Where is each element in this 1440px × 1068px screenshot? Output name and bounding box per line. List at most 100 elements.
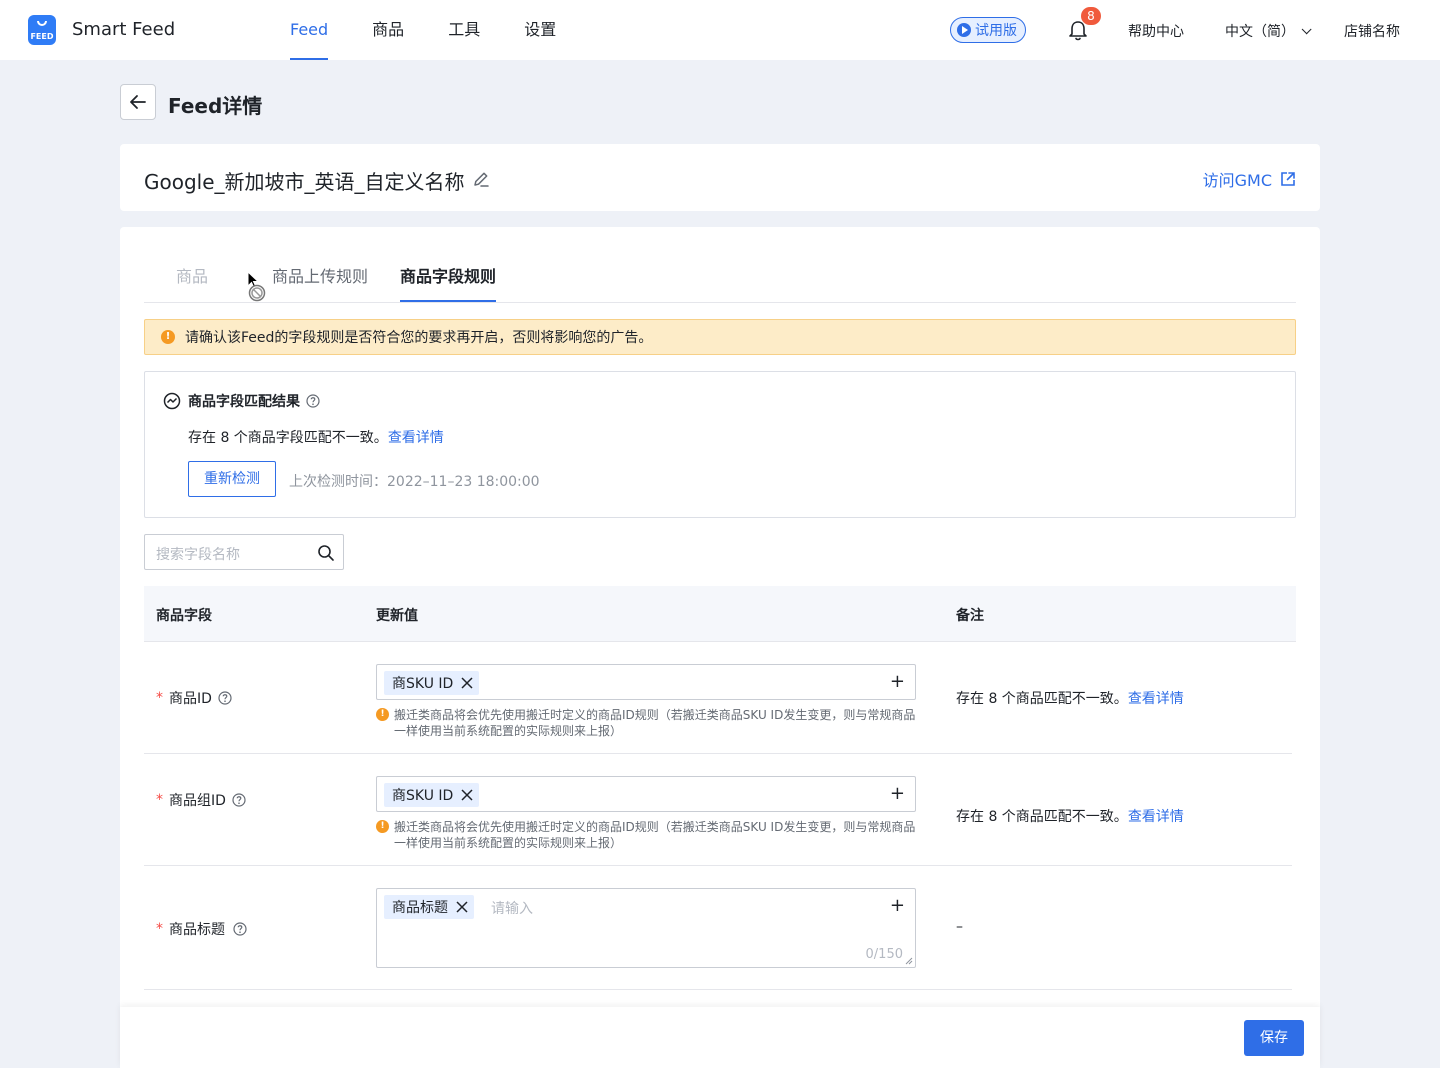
hint-text: 搬迁类商品将会优先使用搬迁时定义的商品ID规则（若搬迁类商品SKU ID发生变更… (394, 708, 916, 738)
feed-name-card: Google_新加坡市_英语_自定义名称 访问GMC (120, 144, 1320, 211)
tag-label: 商SKU ID (392, 788, 454, 804)
close-icon[interactable] (461, 789, 473, 801)
warning-icon: ! (376, 708, 389, 721)
value-tag-input[interactable]: 商SKU ID + (376, 664, 916, 700)
hint-text: 搬迁类商品将会优先使用搬迁时定义的商品ID规则（若搬迁类商品SKU ID发生变更… (394, 820, 916, 850)
recheck-button[interactable]: 重新检测 (188, 461, 276, 497)
tabs: 商品 商品上传规则 商品字段规则 (144, 227, 1296, 303)
required-mark: * (156, 792, 163, 808)
app-name: Smart Feed (72, 19, 176, 40)
warning-icon: ! (376, 820, 389, 833)
table-row: * 商品ID 商SKU ID + ! 搬迁类商品将会优先使用搬迁时定义的商品ID… (144, 642, 1292, 754)
main-nav: Feed 商品 工具 设置 (290, 0, 600, 60)
textarea-placeholder: 请输入 (491, 901, 533, 917)
edit-icon[interactable] (472, 170, 490, 188)
required-mark: * (156, 690, 163, 706)
tag-label: 商SKU ID (392, 676, 454, 692)
tag-label: 商品标题 (392, 900, 448, 916)
tab-upload-rules[interactable]: 商品上传规则 (272, 263, 368, 287)
nav-item-feed[interactable]: Feed (290, 0, 329, 60)
not-allowed-cursor-icon (247, 271, 266, 302)
field-label-product-group-id: * 商品组ID (156, 790, 246, 810)
tab-products[interactable]: 商品 (176, 263, 208, 287)
match-desc-text: 存在 8 个商品字段匹配不一致。 (188, 430, 388, 446)
arrow-left-icon (130, 95, 146, 109)
feed-logo-icon[interactable]: FEED (28, 15, 56, 45)
column-header-field: 商品字段 (156, 608, 212, 624)
field-search-input[interactable]: 搜索字段名称 (144, 534, 344, 570)
view-details-link[interactable]: 查看详情 (388, 430, 444, 446)
table-header: 商品字段 更新值 备注 (144, 586, 1296, 642)
table-row: * 商品标题 商品标题 请输入 + 0/150 – (144, 866, 1292, 990)
external-link-icon (1281, 172, 1295, 186)
view-details-link[interactable]: 查看详情 (1128, 809, 1184, 825)
nav-item-tools[interactable]: 工具 (448, 0, 480, 60)
field-name: 商品标题 (169, 922, 225, 938)
search-icon[interactable] (317, 544, 335, 562)
required-mark: * (156, 921, 163, 937)
field-note: 存在 8 个商品匹配不一致。查看详情 (956, 688, 1184, 708)
page-title: Feed详情 (168, 94, 263, 118)
back-button[interactable] (120, 84, 156, 120)
close-icon[interactable] (456, 901, 468, 913)
value-tag: 商SKU ID (384, 671, 480, 695)
nav-item-products[interactable]: 商品 (372, 0, 404, 60)
match-title: 商品字段匹配结果 (188, 394, 300, 410)
warning-icon: ! (161, 330, 175, 344)
value-tag: 商品标题 (384, 895, 474, 919)
field-name: 商品组ID (169, 793, 226, 809)
question-circle-icon[interactable] (218, 691, 232, 705)
trial-icon (957, 23, 971, 37)
trial-label: 试用版 (975, 23, 1017, 39)
field-note: 存在 8 个商品匹配不一致。查看详情 (956, 806, 1184, 826)
match-description: 存在 8 个商品字段匹配不一致。查看详情 (188, 427, 444, 447)
field-name: 商品ID (169, 691, 212, 707)
field-match-result-panel: 商品字段匹配结果 存在 8 个商品字段匹配不一致。查看详情 重新检测 上次检测时… (144, 371, 1296, 518)
nav-item-settings[interactable]: 设置 (524, 0, 556, 60)
top-bar: FEED Smart Feed Feed 商品 工具 设置 试用版 8 帮助中心… (0, 0, 1440, 60)
value-tag-input[interactable]: 商SKU ID + (376, 776, 916, 812)
chart-icon (163, 392, 181, 410)
field-label-product-title: * 商品标题 (156, 919, 247, 939)
language-select[interactable]: 中文（简） (1225, 21, 1312, 41)
chevron-down-icon (1301, 23, 1312, 34)
trial-badge[interactable]: 试用版 (950, 17, 1026, 43)
feed-name: Google_新加坡市_英语_自定义名称 (144, 170, 465, 194)
last-check-time: 上次检测时间：2022–11–23 18:00:00 (289, 474, 540, 490)
resize-handle-icon[interactable] (905, 957, 913, 965)
question-circle-icon[interactable] (306, 394, 320, 408)
question-circle-icon[interactable] (233, 922, 247, 936)
field-label-product-id: * 商品ID (156, 688, 232, 708)
warning-alert: ! 请确认该Feed的字段规则是否符合您的要求再开启，否则将影响您的广告。 (144, 319, 1296, 355)
match-title-row: 商品字段匹配结果 (163, 391, 320, 411)
help-center-link[interactable]: 帮助中心 (1128, 21, 1184, 41)
field-hint: ! 搬迁类商品将会优先使用搬迁时定义的商品ID规则（若搬迁类商品SKU ID发生… (376, 707, 916, 739)
note-text: 存在 8 个商品匹配不一致。 (956, 691, 1128, 707)
char-counter: 0/150 (865, 947, 903, 962)
close-icon[interactable] (461, 677, 473, 689)
main-card: 商品 商品上传规则 商品字段规则 ! 请确认该Feed的字段规则是否符合您的要求… (120, 227, 1320, 1068)
visit-gmc-label: 访问GMC (1202, 171, 1272, 190)
view-details-link[interactable]: 查看详情 (1128, 691, 1184, 707)
shop-name[interactable]: 店铺名称 (1344, 21, 1400, 41)
visit-gmc-link[interactable]: 访问GMC (1203, 167, 1296, 191)
question-circle-icon[interactable] (232, 793, 246, 807)
logo-text: FEED (30, 32, 54, 41)
field-note: – (956, 919, 963, 935)
column-header-note: 备注 (956, 608, 984, 624)
note-text: 存在 8 个商品匹配不一致。 (956, 809, 1128, 825)
field-hint: ! 搬迁类商品将会优先使用搬迁时定义的商品ID规则（若搬迁类商品SKU ID发生… (376, 819, 916, 851)
tab-field-rules[interactable]: 商品字段规则 (400, 263, 496, 287)
add-icon[interactable]: + (890, 672, 905, 692)
active-tab-indicator (400, 300, 496, 302)
save-button[interactable]: 保存 (1244, 1020, 1304, 1056)
column-header-value: 更新值 (376, 608, 418, 624)
alert-text: 请确认该Feed的字段规则是否符合您的要求再开启，否则将影响您的广告。 (185, 330, 653, 346)
value-tag: 商SKU ID (384, 783, 480, 807)
add-icon[interactable]: + (890, 896, 905, 916)
add-icon[interactable]: + (890, 784, 905, 804)
footer-bar: 保存 (120, 1007, 1320, 1068)
notification-badge: 8 (1081, 7, 1101, 25)
table-row: * 商品组ID 商SKU ID + ! 搬迁类商品将会优先使用搬迁时定义的商品I… (144, 754, 1292, 866)
title-textarea[interactable]: 商品标题 请输入 + 0/150 (376, 888, 916, 968)
